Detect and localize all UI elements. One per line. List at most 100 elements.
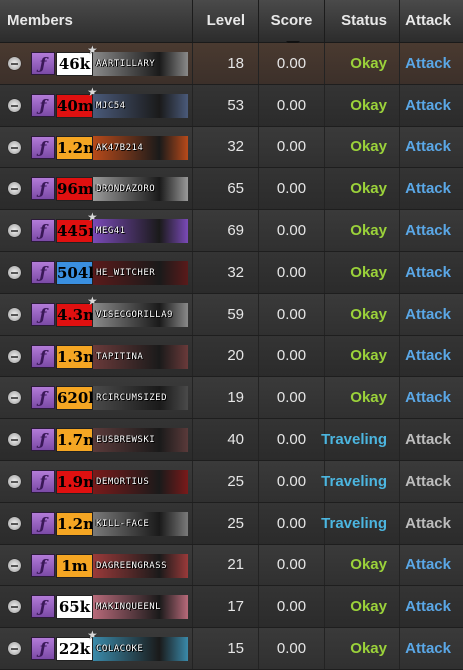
attack-cell: Attack	[400, 419, 463, 460]
attack-cell: Attack	[400, 252, 463, 293]
member-status: Traveling	[321, 460, 400, 502]
member-name-banner[interactable]: AARTILLARY	[93, 52, 188, 76]
attack-cell: Attack	[400, 461, 463, 502]
bounty-badge: 1.2m	[56, 135, 99, 160]
member-name-banner[interactable]: MEG41	[93, 219, 188, 244]
member-level: 18	[193, 43, 259, 84]
faction-tag-icon[interactable]: ƒ	[31, 219, 55, 243]
member-name-banner[interactable]: COLACOKE	[93, 637, 188, 662]
faction-tag-icon[interactable]: ƒ	[31, 93, 55, 117]
header-level[interactable]: Level	[193, 0, 259, 42]
member-name-banner[interactable]: MAKINQUEENL	[93, 595, 188, 620]
member-level: 15	[193, 628, 259, 669]
member-name: DEMORTIUS	[96, 476, 150, 487]
faction-tag-icon[interactable]: ƒ	[31, 511, 55, 535]
attack-button[interactable]: Attack	[405, 55, 451, 72]
remove-member-icon[interactable]	[8, 349, 21, 363]
remove-member-icon[interactable]	[8, 98, 21, 112]
remove-member-icon[interactable]	[8, 57, 21, 70]
attack-button[interactable]: Attack	[405, 180, 451, 197]
faction-tag-icon[interactable]: ƒ	[31, 637, 55, 661]
remove-member-icon[interactable]	[8, 642, 21, 656]
remove-member-icon[interactable]	[8, 600, 21, 614]
member-name-banner[interactable]: DAGREENGRASS	[93, 553, 188, 578]
remove-member-icon[interactable]	[8, 516, 21, 530]
attack-button[interactable]: Attack	[405, 222, 451, 239]
member-status: Okay	[325, 586, 400, 628]
faction-tag-icon[interactable]: ƒ	[31, 260, 55, 284]
faction-tag-icon[interactable]: ƒ	[31, 428, 55, 452]
remove-member-icon[interactable]	[8, 433, 21, 447]
faction-tag-icon[interactable]: ƒ	[31, 595, 55, 619]
member-name-banner[interactable]: KILL-FACE	[93, 511, 188, 536]
member-level: 25	[193, 460, 259, 502]
member-status: Okay	[325, 335, 400, 377]
remove-member-icon[interactable]	[8, 224, 21, 238]
member-name-banner[interactable]: DRONDAZORO	[93, 177, 188, 202]
attack-button[interactable]: Attack	[405, 640, 451, 657]
header-score[interactable]: Score	[259, 0, 325, 48]
member-score: 0.00	[259, 502, 325, 544]
header-attack[interactable]: Attack	[400, 0, 463, 42]
attack-cell: Attack	[400, 336, 463, 377]
remove-member-icon[interactable]	[8, 391, 21, 405]
attack-button[interactable]: Attack	[405, 138, 451, 155]
attack-cell: Attack	[400, 168, 463, 209]
header-status[interactable]: Status	[325, 0, 400, 42]
faction-tag-icon[interactable]: ƒ	[31, 302, 55, 326]
remove-member-icon[interactable]	[8, 558, 21, 572]
member-name: RCIRCUMSIZED	[96, 393, 168, 404]
member-cell: ƒ 1m DAGREENGRASS	[0, 544, 193, 586]
remove-member-icon[interactable]	[8, 182, 21, 196]
faction-tag-icon[interactable]: ƒ	[31, 553, 55, 577]
member-cell: ƒ 4.3m ★ VISECGORILLA9	[0, 293, 193, 335]
remove-member-icon[interactable]	[8, 307, 21, 321]
member-name-banner[interactable]: AK47B214	[93, 135, 188, 160]
member-level: 32	[193, 251, 259, 293]
attack-button[interactable]: Attack	[405, 97, 451, 114]
member-level: 32	[193, 126, 259, 168]
bounty-badge: 1.3m	[56, 344, 99, 369]
attack-button[interactable]: Attack	[405, 347, 451, 364]
member-name-banner[interactable]: EUSBREWSKI	[93, 428, 188, 453]
attack-button[interactable]: Attack	[405, 556, 451, 573]
attack-button[interactable]: Attack	[405, 264, 451, 281]
member-score: 0.00	[259, 251, 325, 293]
member-level: 21	[193, 544, 259, 586]
table-row: ƒ 65k MAKINQUEENL 17 0.00 Okay Attack	[0, 586, 463, 629]
bounty-badge: 1.9m	[56, 469, 99, 494]
faction-tag-icon[interactable]: ƒ	[31, 177, 55, 201]
faction-tag-icon[interactable]: ƒ	[31, 386, 55, 410]
member-name-banner[interactable]: TAPITINA	[93, 344, 188, 369]
header-score-label: Score	[270, 12, 313, 29]
member-score: 0.00	[259, 586, 325, 628]
attack-cell: Attack	[400, 294, 463, 335]
member-name-banner[interactable]: HE_WITCHER	[93, 260, 188, 285]
faction-tag-icon[interactable]: ƒ	[31, 52, 55, 75]
remove-member-icon[interactable]	[8, 265, 21, 279]
faction-tag-icon[interactable]: ƒ	[31, 344, 55, 368]
table-header: Members Level Score Status Attack	[0, 0, 463, 48]
member-score: 0.00	[259, 419, 325, 460]
remove-member-icon[interactable]	[8, 474, 21, 488]
attack-button[interactable]: Attack	[405, 389, 451, 406]
member-cell: ƒ 96m DRONDAZORO	[0, 168, 193, 210]
table-row: ƒ 1.3m TAPITINA 20 0.00 Okay Attack	[0, 335, 463, 378]
member-name-banner[interactable]: DEMORTIUS	[93, 469, 188, 494]
faction-tag-icon[interactable]: ƒ	[31, 469, 55, 493]
member-name-banner[interactable]: RCIRCUMSIZED	[93, 386, 188, 411]
member-name-banner[interactable]: MJC54	[93, 93, 188, 118]
member-name-banner[interactable]: VISECGORILLA9	[93, 302, 188, 327]
member-level: 17	[193, 586, 259, 628]
remove-member-icon[interactable]	[8, 140, 21, 154]
member-cell: ƒ 504k HE_WITCHER	[0, 251, 193, 293]
member-level: 20	[193, 335, 259, 377]
header-members[interactable]: Members	[0, 0, 193, 42]
attack-button: Attack	[405, 472, 451, 490]
attack-cell: Attack	[400, 43, 463, 84]
attack-button[interactable]: Attack	[405, 598, 451, 615]
member-score: 0.00	[259, 460, 325, 502]
attack-button[interactable]: Attack	[405, 306, 451, 323]
member-name: MEG41	[96, 226, 126, 237]
faction-tag-icon[interactable]: ƒ	[31, 135, 55, 159]
